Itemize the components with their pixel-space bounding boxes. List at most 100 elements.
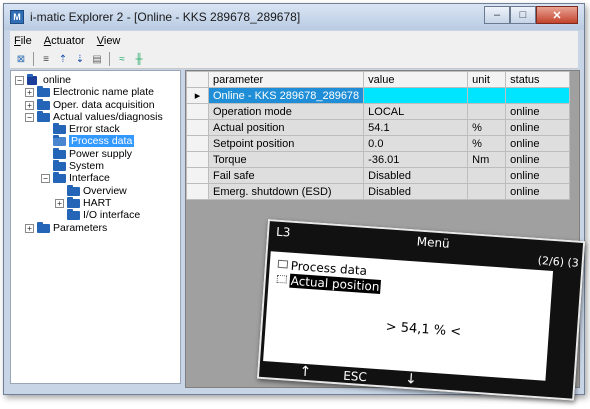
cell-status[interactable]: online <box>505 135 571 152</box>
cell-value[interactable]: 54.1 <box>363 119 469 136</box>
title-bar[interactable]: M i-matic Explorer 2 - [Online - KKS 289… <box>4 4 584 30</box>
row-selector[interactable] <box>186 183 209 200</box>
collapse-icon[interactable]: − <box>41 174 50 184</box>
cell-parameter[interactable]: Operation mode <box>207 103 365 120</box>
cell-value[interactable]: Disabled <box>363 183 469 200</box>
tree-node-label: Electronic name plate <box>53 86 154 99</box>
column-header-unit[interactable]: unit <box>467 71 507 88</box>
tree-node-label: HART <box>83 196 112 209</box>
cell-status[interactable]: online <box>505 151 571 168</box>
tree-node-electronic-name-plate[interactable]: + Electronic name plate <box>11 86 180 98</box>
tree-node-error-stack[interactable]: Error stack <box>11 123 180 135</box>
tree-node-label: Parameters <box>53 221 108 234</box>
row-selector[interactable] <box>186 119 209 136</box>
cell-status[interactable]: online <box>505 167 571 184</box>
chart-icon[interactable]: ╫ <box>132 52 146 66</box>
close-button[interactable]: ✕ <box>536 6 578 24</box>
row-selector[interactable] <box>186 151 209 168</box>
menu-item-actuator[interactable]: Actuator <box>44 35 85 47</box>
tree-node-parameters[interactable]: + Parameters <box>11 221 180 234</box>
column-header-status[interactable]: status <box>505 71 571 88</box>
row-selector[interactable]: ▸ <box>186 87 209 104</box>
tree-node-process-data[interactable]: Process data <box>11 135 180 148</box>
minimize-button[interactable]: – <box>484 6 510 24</box>
row-selector[interactable] <box>186 103 209 120</box>
app-icon: M <box>10 10 24 24</box>
table-row[interactable]: ▸ Online - KKS 289678_289678 <box>186 87 571 104</box>
folder-icon <box>67 184 80 196</box>
cell-status[interactable]: online <box>505 119 571 136</box>
collapse-icon[interactable]: − <box>15 76 24 85</box>
tree-node-power-supply[interactable]: Power supply <box>11 147 180 160</box>
tree-node-system[interactable]: System <box>11 160 180 172</box>
expand-icon[interactable]: + <box>25 223 34 233</box>
cell-parameter[interactable]: Online - KKS 289678_289678 <box>207 87 365 104</box>
tree-node-label: Process data <box>69 135 135 148</box>
folder-icon <box>67 196 80 208</box>
cell-status[interactable]: online <box>505 183 571 200</box>
table-row[interactable]: Emerg. shutdown (ESD) Disabled online <box>186 183 571 200</box>
cell-unit[interactable]: Nm <box>467 151 507 168</box>
cell-unit[interactable] <box>467 87 507 104</box>
cell-unit[interactable] <box>467 103 507 120</box>
row-selector[interactable] <box>186 135 209 152</box>
tree-node-overview[interactable]: Overview <box>11 184 180 197</box>
tree-node-i-o-interface[interactable]: I/O interface <box>11 209 180 221</box>
print-icon[interactable]: ▤ <box>90 52 104 66</box>
folder-icon <box>37 110 50 122</box>
upload-icon[interactable]: ⇡ <box>56 52 70 66</box>
tree-node-online[interactable]: − online <box>11 74 180 86</box>
tree-node-label: System <box>69 160 105 173</box>
expand-icon[interactable]: + <box>25 88 34 98</box>
tree-node-interface[interactable]: − Interface <box>11 172 180 184</box>
toolbar-separator <box>109 52 110 66</box>
cell-parameter[interactable]: Torque <box>207 151 365 168</box>
signal-icon[interactable]: ≈ <box>115 52 129 66</box>
tree-node-actual-values-diagnosis[interactable]: − Actual values/diagnosis <box>11 110 180 123</box>
table-row[interactable]: Setpoint position 0.0% online <box>186 135 571 152</box>
cell-value[interactable]: Disabled <box>363 167 469 184</box>
menu-item-file[interactable]: File <box>14 35 32 47</box>
row-header-corner <box>186 71 209 88</box>
actuator-icon <box>27 74 37 85</box>
device-display: L3 Menü (2/6) (3 Process data Actual pos… <box>256 219 586 401</box>
expand-icon[interactable]: + <box>55 198 64 208</box>
tree-node-hart[interactable]: + HART <box>11 196 180 209</box>
cell-parameter[interactable]: Setpoint position <box>207 135 365 152</box>
navigation-tree: − online + Electronic name plate + Oper. data… <box>10 70 181 384</box>
expand-icon[interactable]: + <box>25 100 34 110</box>
cell-value[interactable]: 0.0 <box>363 135 469 152</box>
row-selector[interactable] <box>186 167 209 184</box>
tree-node-oper-data-acquisition[interactable]: + Oper. data acquisition <box>11 98 180 111</box>
table-row[interactable]: Fail safe Disabled online <box>186 167 571 184</box>
cell-value[interactable]: -36.01 <box>363 151 469 168</box>
window-title: i-matic Explorer 2 - [Online - KKS 28967… <box>30 10 301 24</box>
menu-item-view[interactable]: View <box>97 35 121 47</box>
tree-node-label: Actual values/diagnosis <box>53 110 163 123</box>
column-header-parameter[interactable]: parameter <box>207 71 365 88</box>
cell-value[interactable]: LOCAL <box>363 103 469 120</box>
list-icon[interactable]: ≡ <box>39 52 53 66</box>
table-row[interactable]: Operation mode LOCAL online <box>186 103 571 120</box>
connect-icon[interactable]: ⊠ <box>14 52 28 66</box>
cell-unit[interactable] <box>467 167 507 184</box>
cell-parameter[interactable]: Fail safe <box>207 167 365 184</box>
cell-status[interactable] <box>505 87 571 104</box>
cell-value[interactable] <box>363 87 469 104</box>
cell-unit[interactable] <box>467 183 507 200</box>
menu-hotkey: V <box>96 34 104 47</box>
cell-parameter[interactable]: Actual position <box>207 119 365 136</box>
cell-parameter[interactable]: Emerg. shutdown (ESD) <box>207 183 365 200</box>
download-icon[interactable]: ⇣ <box>73 52 87 66</box>
menu-bar: File Actuator View <box>10 31 578 50</box>
cell-status[interactable]: online <box>505 103 571 120</box>
cell-unit[interactable]: % <box>467 119 507 136</box>
folder-icon <box>37 86 50 98</box>
collapse-icon[interactable]: − <box>25 112 34 122</box>
maximize-button[interactable]: □ <box>510 6 536 24</box>
folder-icon <box>53 160 66 172</box>
table-row[interactable]: Torque -36.01 Nm online <box>186 151 571 168</box>
cell-unit[interactable]: % <box>467 135 507 152</box>
table-row[interactable]: Actual position 54.1% online <box>186 119 571 136</box>
column-header-value[interactable]: value <box>363 71 469 88</box>
